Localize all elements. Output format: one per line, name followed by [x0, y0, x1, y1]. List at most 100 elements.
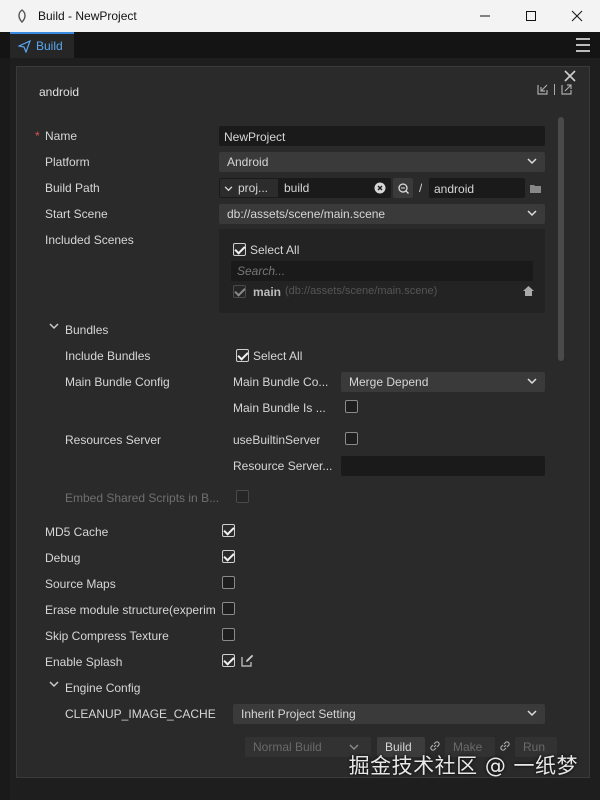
resource-server-address-input[interactable] [341, 456, 545, 476]
cleanup-image-cache-value: Inherit Project Setting [241, 707, 356, 721]
select-all-scenes-label: Select All [250, 243, 300, 257]
source-maps-row: Source Maps [17, 569, 573, 595]
bundles-section-label: Bundles [65, 323, 109, 337]
platform-title: android [39, 85, 80, 99]
chevron-down-icon [49, 323, 59, 330]
enable-splash-row: Enable Splash [17, 647, 573, 673]
scene-search-input[interactable]: Search... [231, 261, 533, 281]
start-scene-select[interactable]: db://assets/scene/main.scene [219, 204, 545, 224]
main-bundle-is-remote-label: Main Bundle Is ... [233, 401, 326, 415]
use-builtin-server-checkbox[interactable] [345, 432, 358, 445]
build-path-prefix-select[interactable]: proj... [220, 179, 278, 197]
watermark-text: 掘金技术社区 @ 一纸梦 [348, 754, 578, 778]
main-bundle-is-remote-checkbox[interactable] [345, 400, 358, 413]
tab-build-label: Build [36, 39, 63, 53]
window-close-button[interactable] [554, 0, 600, 32]
folder-icon[interactable] [529, 183, 543, 194]
erase-module-row: Erase module structure(experim [17, 595, 573, 621]
include-bundles-checkbox[interactable] [236, 349, 249, 362]
scene-main-name: main [253, 285, 282, 299]
chevron-down-icon [49, 681, 59, 688]
skip-compress-checkbox[interactable] [222, 628, 235, 641]
include-bundles-option: Select All [253, 349, 303, 363]
use-builtin-server-label: useBuiltinServer [233, 433, 321, 447]
enable-splash-checkbox[interactable] [222, 654, 235, 667]
start-scene-row: Start Scene db://assets/scene/main.scene [17, 199, 573, 225]
include-bundles-row: Include Bundles Select All [17, 341, 573, 367]
build-path-dir: build [284, 181, 310, 195]
search-icon [398, 183, 409, 194]
build-path-input[interactable]: proj... build [219, 178, 391, 198]
bundles-section-row[interactable]: Bundles [17, 315, 573, 341]
maximize-button[interactable] [508, 0, 554, 32]
engine-config-section-row[interactable]: Engine Config [17, 673, 573, 699]
skip-compress-label: Skip Compress Texture [45, 629, 169, 643]
platform-select-value: Android [227, 155, 269, 169]
included-scenes-label: Included Scenes [45, 233, 134, 247]
hamburger-menu-icon[interactable] [576, 38, 590, 52]
md5-cache-checkbox[interactable] [222, 524, 235, 537]
debug-checkbox[interactable] [222, 550, 235, 563]
source-maps-checkbox[interactable] [222, 576, 235, 589]
main-bundle-config-row: Main Bundle Config Main Bundle Co... Mer… [17, 367, 573, 393]
resources-server-row: Resources Server useBuiltinServer [17, 425, 573, 451]
import-icon[interactable] [536, 83, 549, 96]
left-edge-strip [0, 58, 10, 800]
debug-label: Debug [45, 551, 81, 565]
erase-module-label: Erase module structure(experim [45, 603, 215, 617]
build-path-prefix: proj... [238, 181, 269, 195]
chevron-down-icon [224, 186, 233, 192]
embed-shared-scripts-label: Embed Shared Scripts in B... [65, 491, 220, 505]
header-separator [554, 84, 555, 95]
include-bundles-label: Include Bundles [65, 349, 151, 363]
home-icon[interactable] [522, 285, 535, 297]
embed-shared-scripts-row: Embed Shared Scripts in B... [17, 483, 573, 509]
engine-config-section-label: Engine Config [65, 681, 141, 695]
platform-label: Platform [45, 155, 90, 169]
build-path-target-input[interactable]: android [429, 178, 525, 198]
chevron-down-icon [527, 158, 537, 165]
resource-server-address-row: Resource Server... [17, 451, 573, 477]
platform-row: Platform Android [17, 147, 573, 173]
minimize-button[interactable] [462, 0, 508, 32]
debug-row: Debug [17, 543, 573, 569]
main-bundle-remote-row: Main Bundle Is ... [17, 393, 573, 419]
start-scene-label: Start Scene [45, 207, 108, 221]
main-bundle-compression-select[interactable]: Merge Depend [341, 372, 545, 392]
included-scenes-box: Select All Search... main (db://assets/s… [219, 229, 545, 313]
build-mode-value: Normal Build [253, 740, 322, 754]
build-path-separator: / [419, 181, 423, 195]
name-input[interactable]: NewProject [219, 126, 545, 146]
tab-build[interactable]: Build [10, 32, 74, 58]
chevron-down-icon [527, 210, 537, 217]
cleanup-image-cache-label: CLEANUP_IMAGE_CACHE [65, 707, 216, 721]
name-label: Name [45, 129, 78, 143]
cleanup-image-cache-row: CLEANUP_IMAGE_CACHE Inherit Project Sett… [17, 699, 573, 725]
search-path-button[interactable] [393, 178, 413, 198]
main-bundle-compression-value: Merge Depend [349, 375, 429, 389]
edit-icon[interactable] [241, 654, 254, 667]
scene-main-path: (db://assets/scene/main.scene) [285, 285, 438, 297]
build-panel: android * Name NewProject Platform Andro… [16, 66, 590, 778]
panel-scrollbar[interactable] [558, 117, 564, 361]
start-scene-value: db://assets/scene/main.scene [227, 207, 386, 221]
window-titlebar: Build - NewProject [0, 0, 600, 32]
platform-select[interactable]: Android [219, 152, 545, 172]
build-path-row: Build Path proj... build / android [17, 173, 573, 199]
export-icon[interactable] [560, 83, 573, 96]
md5-cache-label: MD5 Cache [45, 525, 109, 539]
cleanup-image-cache-select[interactable]: Inherit Project Setting [233, 704, 545, 724]
embed-shared-scripts-checkbox[interactable] [236, 490, 249, 503]
enable-splash-label: Enable Splash [45, 655, 123, 669]
scene-main-checkbox[interactable] [233, 285, 246, 298]
name-row: * Name NewProject [17, 121, 573, 147]
chevron-down-icon [527, 710, 537, 717]
chevron-down-icon [527, 378, 537, 385]
erase-module-checkbox[interactable] [222, 602, 235, 615]
select-all-scenes-checkbox[interactable] [233, 243, 246, 256]
app-icon [14, 8, 30, 24]
skip-compress-row: Skip Compress Texture [17, 621, 573, 647]
source-maps-label: Source Maps [45, 577, 116, 591]
required-marker: * [35, 129, 40, 143]
clear-icon[interactable] [374, 182, 386, 194]
